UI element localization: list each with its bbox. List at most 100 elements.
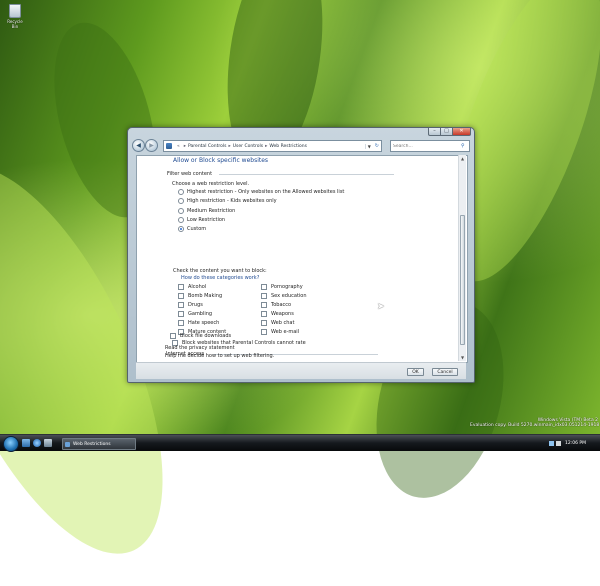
checkbox-label: Sex education xyxy=(271,293,307,299)
category-alcohol[interactable]: Alcohol xyxy=(178,284,206,290)
checkbox[interactable] xyxy=(178,293,184,299)
forward-arrow-icon: ▶ xyxy=(149,142,154,149)
taskbar-item-label: Web Restrictions xyxy=(73,441,111,447)
radio-label: Highest restriction - Only websites on t… xyxy=(187,189,345,195)
checkbox-label: Tobacco xyxy=(271,302,292,308)
category-pornography[interactable]: Pornography xyxy=(261,284,303,290)
content-pane: Allow or Block specific websites Filter … xyxy=(136,155,468,363)
category-bomb-making[interactable]: Bomb Making xyxy=(178,293,222,299)
radio-button[interactable] xyxy=(178,189,184,195)
breadcrumb-separator[interactable]: ▸ xyxy=(229,144,231,149)
address-dropdown-icon[interactable]: ▼ xyxy=(364,143,373,149)
how-categories-work-link[interactable]: How do these categories work? xyxy=(181,275,259,281)
radio-button[interactable] xyxy=(178,217,184,223)
back-button[interactable]: ◀ xyxy=(132,139,145,152)
checkbox-label: Web e-mail xyxy=(271,329,300,335)
breadcrumb-separator: ▸ xyxy=(183,143,187,149)
checkbox[interactable] xyxy=(261,311,267,317)
checkbox[interactable] xyxy=(261,329,267,335)
checkbox-label: Gambling xyxy=(188,311,213,317)
block-content-heading: Check the content you want to block: xyxy=(173,268,267,274)
checkbox[interactable] xyxy=(261,293,267,299)
radio-label: Custom xyxy=(187,226,207,232)
vertical-scrollbar[interactable]: ▲ ▼ xyxy=(458,155,466,361)
radio-high-restriction[interactable]: High restriction - Kids websites only xyxy=(178,198,277,204)
clock[interactable]: 12:06 PM xyxy=(565,441,586,446)
watermark-line-2: Evaluation copy. Build 5270.winmain_idx0… xyxy=(470,423,600,428)
refresh-icon[interactable]: ↻ xyxy=(373,143,381,149)
scroll-thumb[interactable] xyxy=(460,215,465,345)
filter-section-divider xyxy=(219,174,394,175)
show-desktop-icon[interactable] xyxy=(22,439,30,447)
address-nav-prefix: « xyxy=(177,143,180,149)
category-sex-education[interactable]: Sex education xyxy=(261,293,307,299)
navigation-bar: ◀ ▶ « ▸ Parental Controls ▸ User Control… xyxy=(130,138,472,154)
dialog-button-bar: OK Cancel xyxy=(136,362,466,379)
recycle-bin-icon xyxy=(9,4,21,18)
category-gambling[interactable]: Gambling xyxy=(178,311,212,317)
control-panel-icon xyxy=(65,441,70,447)
checkbox-label: Hate speech xyxy=(188,320,220,326)
category-hate-speech[interactable]: Hate speech xyxy=(178,320,219,326)
forward-button[interactable]: ▶ xyxy=(145,139,158,152)
volume-icon[interactable] xyxy=(556,440,561,446)
checkbox[interactable] xyxy=(261,302,267,308)
checkbox[interactable] xyxy=(178,302,184,308)
category-weapons[interactable]: Weapons xyxy=(261,311,294,317)
evaluation-watermark: Windows Vista (TM) Beta 2 Evaluation cop… xyxy=(470,418,600,428)
checkbox[interactable] xyxy=(178,320,184,326)
cancel-button[interactable]: Cancel xyxy=(432,368,458,376)
checkbox[interactable] xyxy=(261,320,267,326)
internet-explorer-icon[interactable] xyxy=(33,439,41,447)
category-web-email[interactable]: Web e-mail xyxy=(261,329,299,335)
radio-button[interactable] xyxy=(178,226,184,232)
breadcrumb-parental-controls[interactable]: Parental Controls xyxy=(188,144,226,149)
checkbox-label: Web chat xyxy=(271,320,295,326)
category-web-chat[interactable]: Web chat xyxy=(261,320,294,326)
search-box[interactable]: ⚲ xyxy=(390,140,470,152)
radio-button[interactable] xyxy=(178,208,184,214)
checkbox[interactable] xyxy=(261,284,267,290)
checkbox-label: Drugs xyxy=(188,302,203,308)
minimize-icon: – xyxy=(433,128,436,134)
radio-highest-restriction[interactable]: Highest restriction - Only websites on t… xyxy=(178,189,344,195)
back-arrow-icon: ◀ xyxy=(136,142,141,149)
page-title: Allow or Block specific websites xyxy=(173,157,269,164)
radio-custom[interactable]: Custom xyxy=(178,226,206,232)
mouse-pointer-icon: ➤ xyxy=(377,302,385,312)
scroll-down-icon[interactable]: ▼ xyxy=(459,354,466,361)
system-tray: 12:06 PM xyxy=(549,438,599,448)
restriction-level-heading: Choose a web restriction level. xyxy=(172,181,250,187)
control-panel-icon xyxy=(166,143,172,149)
checkbox[interactable] xyxy=(170,333,176,339)
radio-label: High restriction - Kids websites only xyxy=(187,198,277,204)
help-decide-link[interactable]: Help me decide how to set up web filteri… xyxy=(165,353,274,359)
network-icon[interactable] xyxy=(549,440,554,446)
taskbar-item-web-restrictions[interactable]: Web Restrictions xyxy=(62,438,136,450)
radio-low-restriction[interactable]: Low Restriction xyxy=(178,217,225,223)
search-icon[interactable]: ⚲ xyxy=(461,143,465,149)
privacy-statement-link[interactable]: Read the privacy statement xyxy=(165,345,235,351)
address-bar[interactable]: « ▸ Parental Controls ▸ User Controls ▸ … xyxy=(163,140,382,152)
category-tobacco[interactable]: Tobacco xyxy=(261,302,291,308)
breadcrumb-user-controls[interactable]: User Controls xyxy=(233,144,263,149)
radio-button[interactable] xyxy=(178,198,184,204)
recycle-bin[interactable]: Recycle Bin xyxy=(4,4,26,29)
radio-label: Low Restriction xyxy=(187,217,226,223)
category-drugs[interactable]: Drugs xyxy=(178,302,203,308)
checkbox[interactable] xyxy=(178,311,184,317)
checkbox-label: Pornography xyxy=(271,284,303,290)
breadcrumb-web-restrictions[interactable]: Web Restrictions xyxy=(269,144,307,149)
switch-windows-icon[interactable] xyxy=(44,439,52,447)
radio-label: Medium Restriction xyxy=(187,208,236,214)
close-button[interactable]: ✕ xyxy=(452,128,471,136)
breadcrumb-separator[interactable]: ▸ xyxy=(265,144,267,149)
close-icon: ✕ xyxy=(459,128,464,134)
radio-medium-restriction[interactable]: Medium Restriction xyxy=(178,208,235,214)
filter-section-title: Filter web content xyxy=(167,171,213,177)
search-input[interactable] xyxy=(391,142,461,150)
block-file-downloads[interactable]: Block file downloads xyxy=(170,333,231,339)
ok-button[interactable]: OK xyxy=(407,368,424,376)
checkbox[interactable] xyxy=(178,284,184,290)
scroll-up-icon[interactable]: ▲ xyxy=(459,155,466,162)
